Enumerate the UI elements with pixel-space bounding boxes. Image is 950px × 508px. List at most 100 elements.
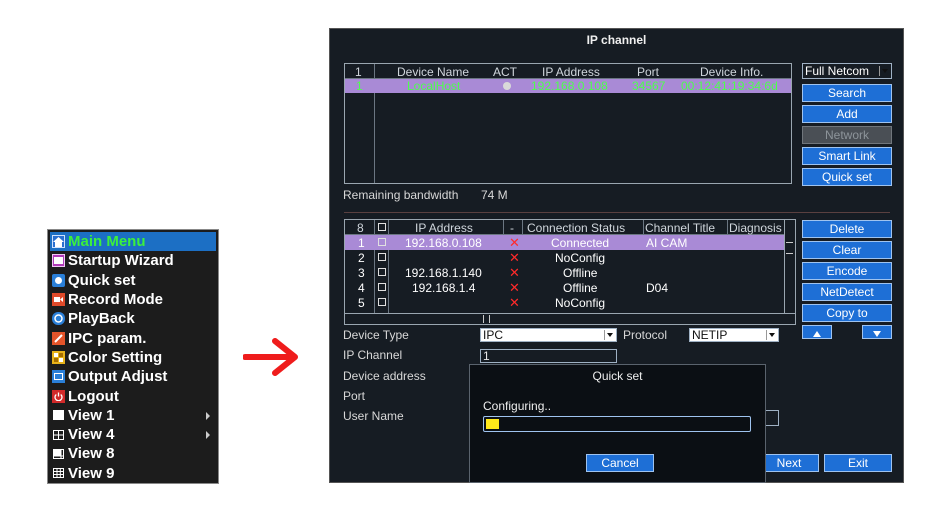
col-ip-address: IP Address xyxy=(542,65,600,79)
column-divider xyxy=(643,220,644,234)
select-all-checkbox[interactable] xyxy=(378,223,386,231)
menu-item-record-mode[interactable]: Record Mode xyxy=(50,290,216,309)
row-ip: 192.168.1.4 xyxy=(412,281,476,295)
move-up-button[interactable] xyxy=(802,325,832,339)
act-indicator-icon xyxy=(503,82,511,90)
row-checkbox[interactable] xyxy=(378,298,386,306)
table-row[interactable]: 2 ✕ NoConfig xyxy=(345,250,785,265)
protocol-select[interactable]: NETIP xyxy=(689,328,779,342)
row-index: 5 xyxy=(358,296,365,310)
next-button[interactable]: Next xyxy=(759,454,819,472)
horizontal-scrollbar[interactable] xyxy=(345,313,795,325)
device-type-select[interactable]: IPC xyxy=(480,328,617,342)
logout-icon xyxy=(52,389,65,403)
scroll-thumb[interactable] xyxy=(483,315,490,323)
network-button[interactable]: Network xyxy=(802,126,892,144)
port-label: Port xyxy=(343,389,366,403)
row-index: 1 xyxy=(356,79,363,93)
output-adjust-icon xyxy=(52,370,65,384)
delete-button[interactable]: Delete xyxy=(802,220,892,238)
record-icon xyxy=(52,293,65,307)
add-button[interactable]: Add xyxy=(802,105,892,123)
encode-button[interactable]: Encode xyxy=(802,262,892,280)
delete-x-icon[interactable]: ✕ xyxy=(509,296,520,309)
row-device-name: LocalHost xyxy=(407,79,461,93)
password-field[interactable] xyxy=(765,410,779,426)
col-port: Port xyxy=(637,65,660,79)
delete-x-icon[interactable]: ✕ xyxy=(509,251,520,264)
menu-item-ipc-param[interactable]: IPC param. xyxy=(50,328,216,347)
submenu-arrow-icon xyxy=(206,430,210,439)
view9-icon xyxy=(52,467,65,480)
row-checkbox[interactable] xyxy=(378,283,386,291)
protocol-label: Protocol xyxy=(623,328,668,342)
row-status: Offline xyxy=(563,281,598,295)
netcom-select[interactable]: Full Netcom xyxy=(802,63,892,79)
device-address-label: Device address xyxy=(343,369,426,383)
column-divider xyxy=(522,220,523,234)
arrow-down-icon xyxy=(873,331,881,337)
context-menu: Main Menu Startup Wizard Quick set Recor… xyxy=(47,229,219,484)
delete-x-icon[interactable]: ✕ xyxy=(509,281,520,294)
menu-item-label: Output Adjust xyxy=(68,368,168,386)
ip-channel-label: IP Channel xyxy=(343,348,403,362)
menu-item-startup-wizard[interactable]: Startup Wizard xyxy=(50,251,216,270)
row-checkbox[interactable] xyxy=(378,253,386,261)
menu-item-view-4[interactable]: View 4 xyxy=(50,425,216,444)
row-index: 2 xyxy=(358,251,365,265)
row-checkbox[interactable] xyxy=(378,238,386,246)
home-icon xyxy=(52,235,65,249)
table-row[interactable]: 3 192.168.1.140 ✕ Offline xyxy=(345,265,785,280)
netdetect-button[interactable]: NetDetect xyxy=(802,283,892,301)
row-status: NoConfig xyxy=(555,296,606,310)
search-button[interactable]: Search xyxy=(802,84,892,102)
row-ip: 192.168.1.140 xyxy=(405,266,482,280)
column-divider xyxy=(503,220,504,234)
row-index: 1 xyxy=(358,236,365,250)
cancel-button[interactable]: Cancel xyxy=(586,454,654,472)
table-row[interactable]: 4 192.168.1.4 ✕ Offline D04 xyxy=(345,280,785,295)
playback-icon xyxy=(52,312,65,326)
netcom-select-value: Full Netcom xyxy=(805,64,870,78)
menu-item-view-9[interactable]: View 9 xyxy=(50,464,216,483)
move-down-button[interactable] xyxy=(862,325,892,339)
user-name-label: User Name xyxy=(343,409,404,423)
menu-item-color-setting[interactable]: Color Setting xyxy=(50,348,216,367)
quick-set-button[interactable]: Quick set xyxy=(802,168,892,186)
delete-x-icon[interactable]: ✕ xyxy=(509,266,520,279)
menu-item-playback[interactable]: PlayBack xyxy=(50,309,216,328)
menu-item-view-1[interactable]: View 1 xyxy=(50,406,216,425)
vertical-scrollbar[interactable] xyxy=(784,220,795,313)
row-ip: 192.168.0.108 xyxy=(531,79,608,93)
menu-item-output-adjust[interactable]: Output Adjust xyxy=(50,367,216,386)
table-row[interactable]: 1 LocalHost 192.168.0.108 34567 00:12:41… xyxy=(345,79,791,93)
menu-item-label: View 8 xyxy=(68,445,115,463)
clear-button[interactable]: Clear xyxy=(802,241,892,259)
menu-item-view-8[interactable]: View 8 xyxy=(50,444,216,463)
menu-item-label: View 4 xyxy=(68,426,115,444)
table-row[interactable]: 5 ✕ NoConfig xyxy=(345,295,785,310)
quick-set-dialog: Quick set Configuring.. Cancel xyxy=(469,364,766,483)
col-diagnosis: Diagnosis xyxy=(729,221,782,235)
copy-to-button[interactable]: Copy to xyxy=(802,304,892,322)
delete-x-icon[interactable]: ✕ xyxy=(509,236,520,249)
menu-item-label: View 1 xyxy=(68,406,115,424)
smart-link-button[interactable]: Smart Link xyxy=(802,147,892,165)
ip-channel-field[interactable]: 1 xyxy=(480,349,617,363)
menu-item-logout[interactable]: Logout xyxy=(50,386,216,405)
quickset-icon xyxy=(52,273,65,287)
arrow-right-icon xyxy=(243,338,298,376)
row-checkbox[interactable] xyxy=(378,268,386,276)
exit-button[interactable]: Exit xyxy=(824,454,892,472)
scroll-thumb[interactable] xyxy=(786,242,793,254)
menu-item-main-menu[interactable]: Main Menu xyxy=(50,232,216,252)
table-row[interactable]: 1 192.168.0.108 ✕ Connected AI CAM xyxy=(345,235,785,250)
menu-item-label: Color Setting xyxy=(68,348,163,366)
chevron-down-icon xyxy=(604,330,615,340)
row-ip: 192.168.0.108 xyxy=(405,236,482,250)
menu-item-quick-set[interactable]: Quick set xyxy=(50,271,216,290)
row-device-info: 00:12:41:19:34:6d xyxy=(681,79,778,93)
section-divider xyxy=(344,212,890,213)
menu-item-label: View 9 xyxy=(68,464,115,482)
progress-fill xyxy=(486,419,499,429)
